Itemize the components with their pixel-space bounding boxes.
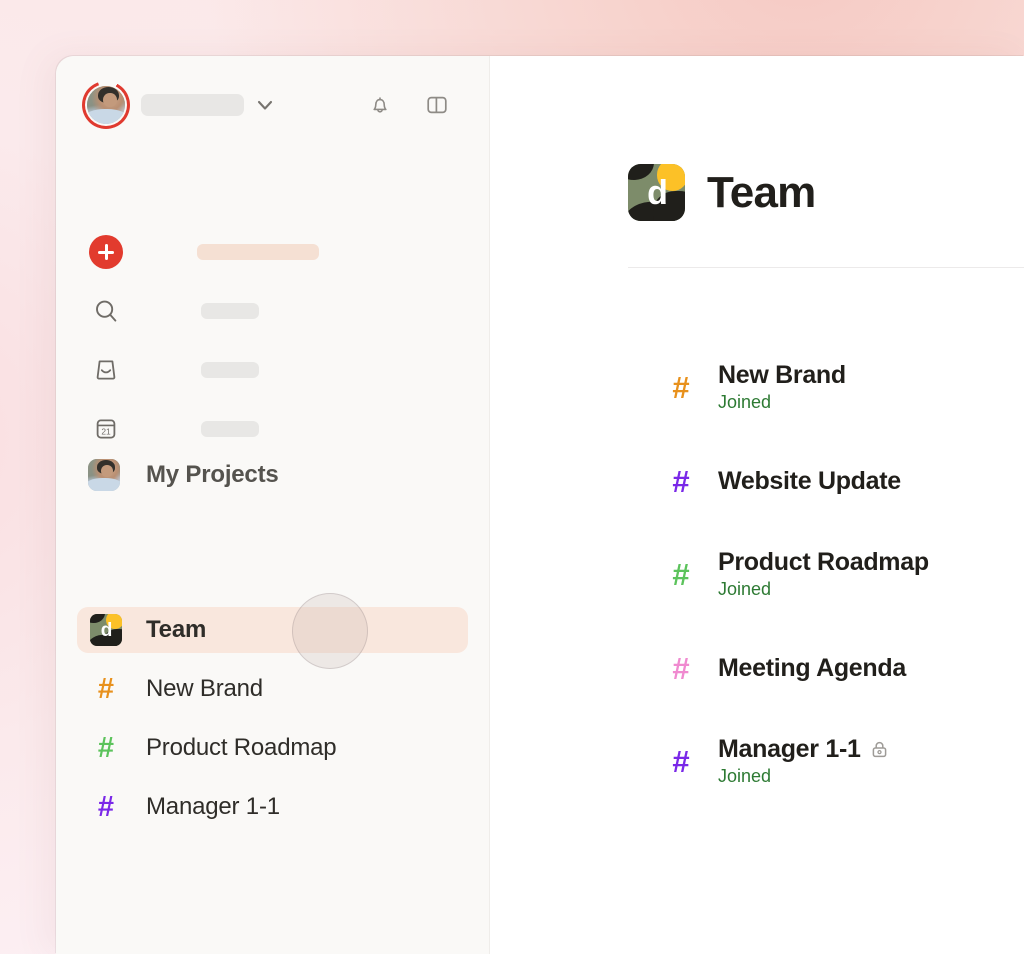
sidebar-section-label: My Projects [146,461,279,488]
sidebar-item-manager-1-1[interactable]: # Manager 1-1 [56,784,489,830]
hash-icon: # [672,463,690,499]
channel-name: Meeting Agenda [718,653,906,682]
page-header: d Team [628,164,816,221]
channel-info: Website Update [718,437,901,525]
channel-status-badge: Joined [718,765,772,786]
sidebar-item-manager-1-1-label: Manager 1-1 [146,793,280,820]
channel-info: New Brand Joined [718,343,846,431]
quick-action-inbox-label [201,362,259,378]
sidebar-item-team[interactable]: d Team [56,607,489,653]
quick-action-search-label [201,303,259,319]
hash-icon: # [672,369,690,405]
channel-name: Website Update [718,466,901,495]
project-owner-avatar [88,459,120,491]
svg-text:21: 21 [101,427,111,437]
sidebar-item-new-brand-label: New Brand [146,675,263,702]
bell-icon[interactable] [366,91,394,119]
channel-row-product-roadmap[interactable]: # Product Roadmap Joined [490,530,1024,618]
quick-action-search[interactable] [56,289,489,333]
channel-name-text: Meeting Agenda [718,653,906,682]
channel-row-meeting-agenda[interactable]: # Meeting Agenda [490,624,1024,712]
page-title: Team [707,167,816,217]
calendar-icon: 21 [86,407,126,451]
quick-action-create[interactable] [56,230,489,274]
quick-action-create-label [197,244,319,260]
channel-info: Meeting Agenda [718,624,906,712]
plus-circle-icon [86,230,126,274]
desktop-backdrop: 21 My Projects d Team # New Brand # Prod… [0,0,1024,954]
channel-status-badge: Joined [718,578,772,599]
hash-icon: # [97,790,115,823]
mouse-cursor-highlight [292,593,368,669]
channel-row-website-update[interactable]: # Website Update [490,437,1024,525]
sidebar-item-product-roadmap[interactable]: # Product Roadmap [56,725,489,771]
header-divider [628,267,1024,268]
sidebar-toggle-icon[interactable] [423,91,451,119]
user-avatar-photo [87,86,125,124]
chevron-down-icon[interactable] [252,94,278,116]
channel-name-text: Manager 1-1 [718,734,861,763]
sidebar: 21 My Projects d Team # New Brand # Prod… [56,56,490,954]
channel-info: Product Roadmap Joined [718,530,929,618]
sidebar-item-new-brand[interactable]: # New Brand [56,666,489,712]
channel-row-new-brand[interactable]: # New Brand Joined [490,343,1024,431]
channel-info: Manager 1-1 Joined [718,717,889,805]
channel-name-text: New Brand [718,360,846,389]
inbox-icon [86,348,126,392]
channel-status-badge: Joined [718,391,772,412]
hash-icon: # [672,556,690,592]
main-panel: d Team # New Brand Joined # Website Upda… [490,56,1024,954]
lock-icon [870,740,889,759]
workspace-logo-d-icon: d [88,607,124,653]
search-icon [86,289,126,333]
channel-name: Manager 1-1 [718,734,889,763]
app-window: 21 My Projects d Team # New Brand # Prod… [56,56,1024,954]
channel-row-manager-1-1[interactable]: # Manager 1-1 Joined [490,717,1024,805]
quick-action-calendar-label [201,421,259,437]
quick-action-calendar[interactable]: 21 [56,407,489,451]
hash-icon: # [97,731,115,764]
hash-icon: # [97,672,115,705]
sidebar-item-team-label: Team [146,616,207,643]
hash-icon: # [672,650,690,686]
sidebar-section-my-projects[interactable]: My Projects [56,452,489,498]
workspace-logo-d-icon: d [628,164,685,221]
selected-highlight [77,607,468,653]
hash-icon: # [672,743,690,779]
channel-name: New Brand [718,360,846,389]
user-avatar[interactable] [82,81,130,129]
sidebar-item-product-roadmap-label: Product Roadmap [146,734,337,761]
channel-name-text: Product Roadmap [718,547,929,576]
quick-action-inbox[interactable] [56,348,489,392]
workspace-name-placeholder[interactable] [141,94,244,116]
sidebar-topbar [56,56,489,148]
channel-name: Product Roadmap [718,547,929,576]
channel-name-text: Website Update [718,466,901,495]
